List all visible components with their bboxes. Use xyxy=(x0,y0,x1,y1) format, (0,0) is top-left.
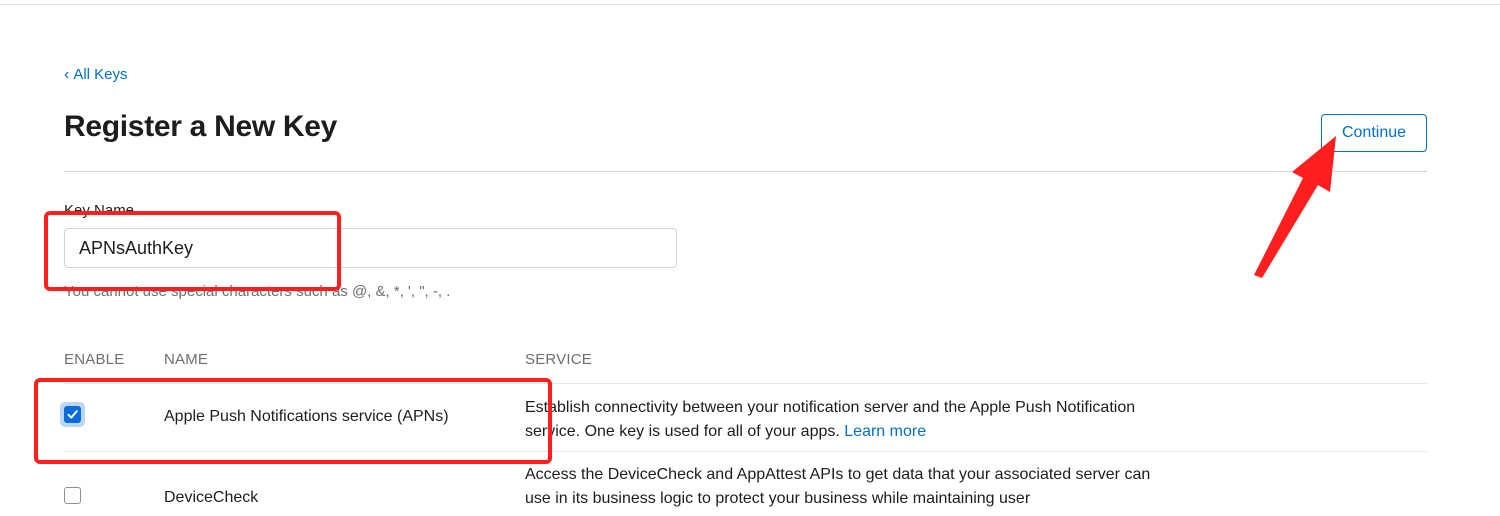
service-description-apns-text: Establish connectivity between your noti… xyxy=(525,399,1136,440)
key-name-label: Key Name xyxy=(64,202,135,219)
continue-button[interactable]: Continue xyxy=(1321,114,1427,152)
table-row-divider xyxy=(64,451,1427,452)
apns-enable-checkbox[interactable] xyxy=(64,406,81,423)
back-link-label: All Keys xyxy=(73,66,128,83)
service-description-devicecheck: Access the DeviceCheck and AppAttest API… xyxy=(525,466,1151,507)
service-name-apns: Apple Push Notifications service (APNs) xyxy=(164,408,449,425)
column-header-service: SERVICE xyxy=(525,351,592,368)
column-header-enable: ENABLE xyxy=(64,351,125,368)
title-divider xyxy=(64,171,1427,172)
back-to-all-keys-link[interactable]: ‹ All Keys xyxy=(64,66,128,83)
devicecheck-enable-checkbox[interactable] xyxy=(64,487,81,504)
column-header-name: NAME xyxy=(164,351,209,368)
learn-more-link[interactable]: Learn more xyxy=(844,423,926,440)
table-header-divider xyxy=(64,383,1427,384)
key-name-hint: You cannot use special characters such a… xyxy=(64,283,451,300)
chevron-left-icon: ‹ xyxy=(64,65,70,83)
top-divider xyxy=(0,4,1500,5)
checkmark-icon xyxy=(67,410,78,419)
service-description-apns: Establish connectivity between your noti… xyxy=(525,396,1165,444)
page-title: Register a New Key xyxy=(64,110,338,143)
key-name-input[interactable] xyxy=(64,228,677,268)
service-name-devicecheck: DeviceCheck xyxy=(164,489,259,506)
